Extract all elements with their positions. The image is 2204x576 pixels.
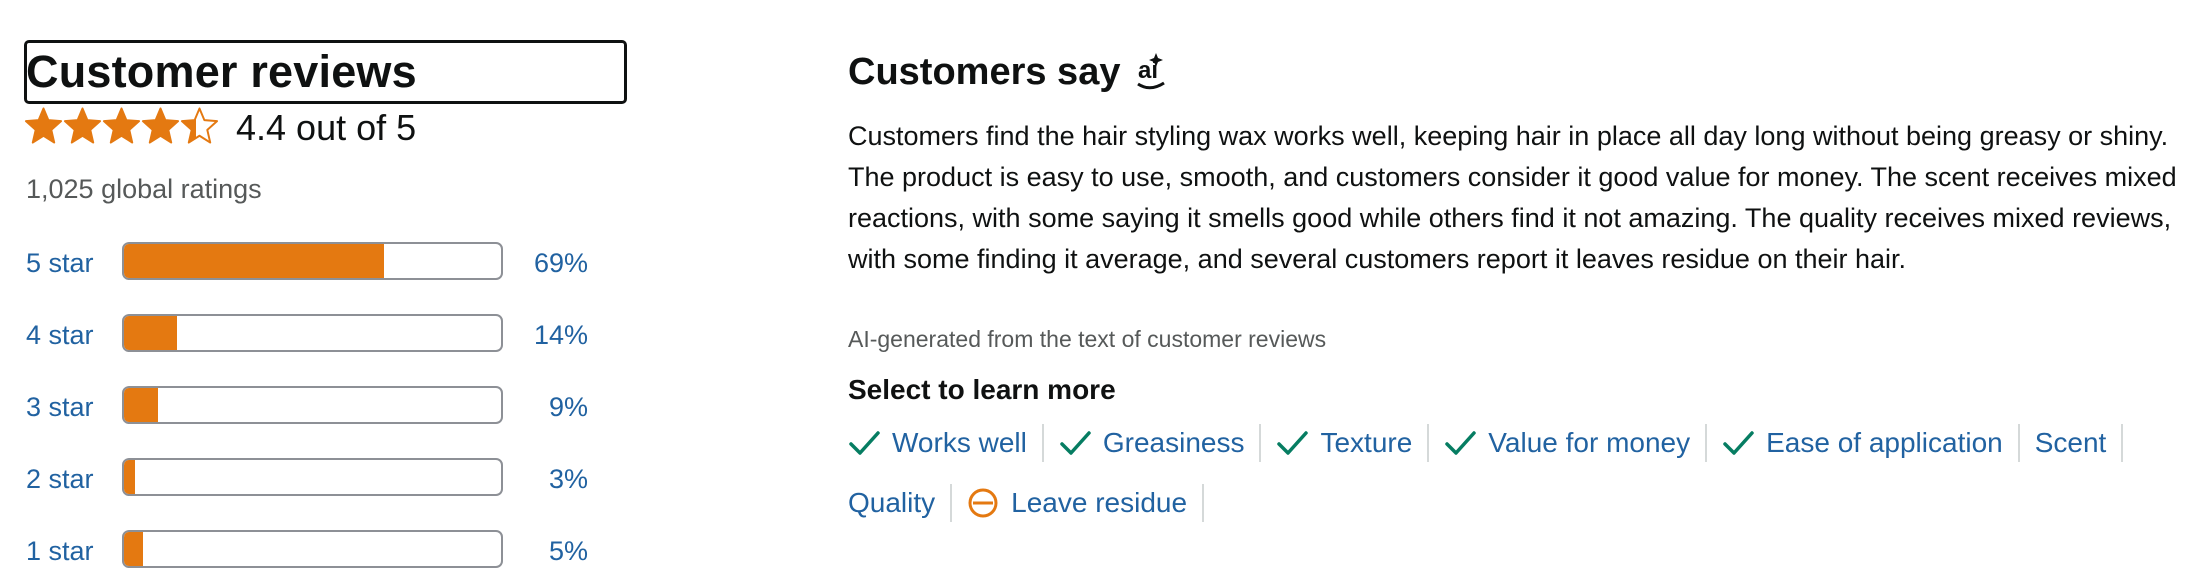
global-ratings-count: 1,025 global ratings (26, 174, 262, 204)
histogram-row[interactable]: 5 star 69% (0, 242, 620, 286)
histogram-bar-fill (124, 460, 136, 494)
check-icon (1445, 431, 1477, 455)
reviews-widget: Customer reviews 4.4 out of 5 1,025 glob… (0, 0, 2204, 576)
histogram-star-label[interactable]: 4 star (26, 318, 94, 352)
star-full-icon (24, 107, 63, 144)
histogram-row[interactable]: 3 star 9% (0, 386, 620, 430)
histogram-bar[interactable] (122, 242, 503, 280)
histogram-row[interactable]: 1 star 5% (0, 530, 620, 574)
histogram-star-label[interactable]: 5 star (26, 246, 94, 280)
check-icon (1277, 431, 1309, 455)
customers-say-title: Customers say (848, 51, 1121, 93)
histogram-bar-fill (124, 244, 385, 278)
star-partial-icon (180, 107, 219, 144)
aspect-chips: Works well Greasiness Texture Value for mon… (848, 424, 2204, 522)
histogram-star-label[interactable]: 1 star (26, 534, 94, 568)
star-full-icon (102, 107, 141, 144)
customers-say-heading: Customers say ai (848, 48, 1170, 96)
aspect-chip-label: Quality (848, 487, 936, 518)
histogram-bar[interactable] (122, 530, 503, 568)
histogram-bar-fill (124, 316, 177, 350)
check-icon (849, 431, 880, 455)
star-rating[interactable] (24, 106, 219, 146)
aspect-chip-label: Value for money (1488, 427, 1691, 458)
histogram-bar-fill (124, 532, 143, 566)
ai-icon: ai (1137, 53, 1166, 90)
aspect-chip[interactable]: Quality (848, 484, 953, 522)
aspect-chip-label: Scent (2034, 427, 2107, 458)
histogram-row[interactable]: 2 star 3% (0, 458, 620, 502)
histogram-star-label[interactable]: 3 star (26, 390, 94, 424)
histogram-percent[interactable]: 3% (508, 462, 588, 496)
check-icon (1060, 431, 1091, 455)
histogram-bar[interactable] (122, 314, 503, 352)
aspect-chip[interactable]: Works well (848, 424, 1044, 462)
select-to-learn-heading: Select to learn more (848, 374, 1116, 405)
aspect-chip[interactable]: Leave residue (967, 484, 1205, 522)
histogram-bar[interactable] (122, 458, 503, 496)
histogram-percent[interactable]: 9% (508, 390, 588, 424)
aspect-chip-label: Greasiness (1102, 427, 1245, 458)
aspect-chip-label: Leave residue (1011, 487, 1188, 518)
aspect-chip[interactable]: Texture (1276, 424, 1430, 462)
aspect-chip-label: Ease of application (1766, 427, 2003, 458)
histogram-percent[interactable]: 69% (508, 246, 588, 280)
histogram-bar-fill (124, 388, 158, 422)
page-title: Customer reviews (26, 46, 417, 97)
histogram-bar[interactable] (122, 386, 503, 424)
star-full-icon (63, 107, 102, 144)
histogram-row[interactable]: 4 star 14% (0, 314, 620, 358)
rating-text: 4.4 out of 5 (236, 107, 417, 148)
star-full-icon (141, 107, 180, 144)
aspect-chip[interactable]: Value for money (1444, 424, 1708, 462)
aspect-chip[interactable]: Ease of application (1722, 424, 2020, 462)
histogram-percent[interactable]: 14% (508, 318, 588, 352)
minus-circle-icon (968, 488, 998, 518)
histogram-star-label[interactable]: 2 star (26, 462, 94, 496)
ai-generated-note: AI-generated from the text of customer r… (848, 326, 1327, 352)
aspect-chip-label: Texture (1320, 427, 1413, 458)
aspect-chip[interactable]: Greasiness (1059, 424, 1262, 462)
aspect-chip-label: Works well (892, 427, 1027, 458)
review-summary: Customers find the hair styling wax work… (848, 121, 2177, 274)
check-icon (1723, 431, 1754, 455)
histogram-percent[interactable]: 5% (508, 534, 588, 568)
aspect-chip[interactable]: Scent (2035, 424, 2124, 462)
